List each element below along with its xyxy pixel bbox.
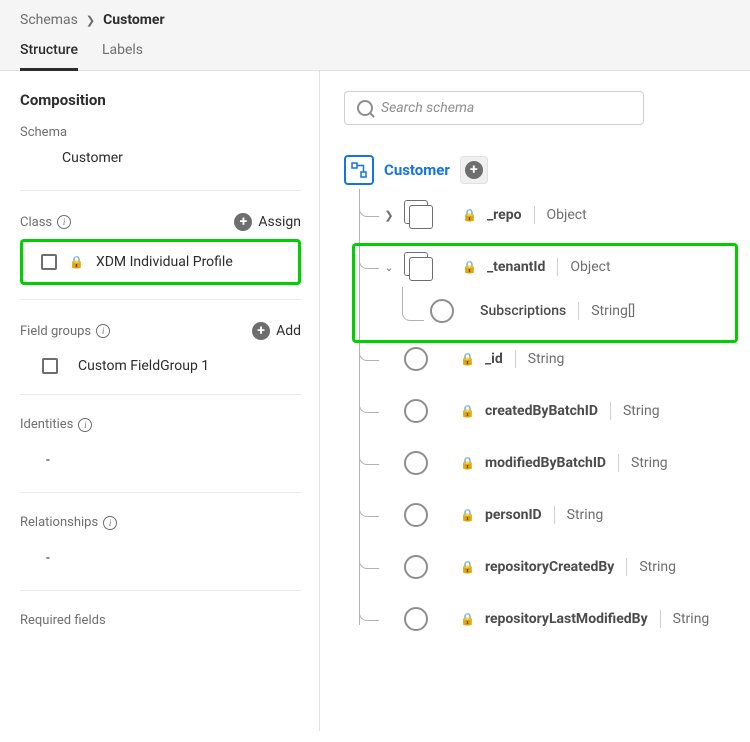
plus-circle-icon: +	[252, 322, 270, 340]
search-schema-input[interactable]: Search schema	[344, 91, 644, 125]
lock-icon: 🔒	[460, 456, 475, 470]
breadcrumb-current: Customer	[103, 12, 164, 28]
tree-node-id[interactable]: 🔒 _id String	[356, 333, 746, 385]
lock-icon: 🔒	[462, 208, 477, 222]
lock-icon: 🔒	[462, 260, 477, 274]
info-icon[interactable]: i	[103, 516, 117, 530]
lock-icon: 🔒	[69, 255, 84, 269]
class-item[interactable]: 🔒 XDM Individual Profile	[31, 244, 290, 280]
tree-node-tenantid-children: Subscriptions String[]	[390, 293, 746, 333]
tab-labels[interactable]: Labels	[102, 42, 143, 70]
scalar-field-icon	[404, 555, 428, 579]
lock-icon: 🔒	[460, 352, 475, 366]
breadcrumb: Schemas ❯ Customer	[20, 12, 730, 28]
identities-value: -	[20, 440, 301, 482]
tabs: Structure Labels	[20, 42, 730, 70]
object-icon	[404, 252, 434, 282]
fieldgroups-section-label: Field groups i	[20, 324, 110, 339]
tree-node-createdbybatchid[interactable]: 🔒 createdByBatchID String	[356, 385, 746, 437]
schema-name-item[interactable]: Customer	[20, 140, 301, 180]
tree-node-subscriptions[interactable]: Subscriptions String[]	[430, 293, 746, 333]
lock-icon: 🔒	[460, 508, 475, 522]
chevron-right-icon: ❯	[86, 14, 95, 27]
scalar-field-icon	[404, 607, 428, 631]
info-icon[interactable]: i	[78, 418, 92, 432]
tree-node-repositorylastmodifiedby[interactable]: 🔒 repositoryLastModifiedBy String	[356, 593, 746, 645]
class-item-highlight: 🔒 XDM Individual Profile	[20, 239, 301, 285]
tree-list: ❯ 🔒 _repo Object ⌄	[356, 189, 746, 645]
search-placeholder: Search schema	[381, 100, 474, 116]
identities-section-label: Identities i	[20, 417, 92, 432]
lock-icon: 🔒	[460, 560, 475, 574]
scalar-field-icon	[404, 503, 428, 527]
tree-node-modifiedbybatchid[interactable]: 🔒 modifiedByBatchID String	[356, 437, 746, 489]
plus-circle-icon: +	[234, 213, 252, 231]
breadcrumb-parent[interactable]: Schemas	[20, 12, 78, 28]
square-icon	[42, 358, 58, 374]
header: Schemas ❯ Customer Structure Labels	[0, 0, 750, 71]
required-section-label: Required fields	[20, 613, 106, 628]
relationships-section-label: Relationships i	[20, 515, 117, 530]
schema-section-label: Schema	[20, 125, 301, 140]
relationships-value: -	[20, 538, 301, 580]
composition-panel: Composition Schema Customer Class i + As…	[0, 71, 320, 731]
add-button[interactable]: + Add	[252, 322, 301, 340]
tree-node-repositorycreatedby[interactable]: 🔒 repositoryCreatedBy String	[356, 541, 746, 593]
lock-icon: 🔒	[460, 612, 475, 626]
class-section-label: Class i	[20, 215, 71, 230]
object-icon	[404, 200, 434, 230]
info-icon[interactable]: i	[96, 324, 110, 338]
schema-tree-panel: Search schema Customer + ❯	[320, 71, 750, 731]
scalar-field-icon	[430, 299, 454, 323]
tree-root[interactable]: Customer +	[344, 155, 746, 185]
plus-circle-icon: +	[465, 161, 483, 179]
info-icon[interactable]: i	[57, 215, 71, 229]
scalar-field-icon	[404, 451, 428, 475]
chevron-right-icon[interactable]: ❯	[384, 209, 394, 222]
scalar-field-icon	[404, 399, 428, 423]
add-field-button[interactable]: +	[460, 156, 488, 184]
search-icon	[357, 100, 373, 116]
tree-node-repo[interactable]: ❯ 🔒 _repo Object	[356, 189, 746, 241]
composition-title: Composition	[20, 91, 301, 109]
assign-button[interactable]: + Assign	[234, 213, 301, 231]
tab-structure[interactable]: Structure	[20, 42, 78, 71]
tree-node-personid[interactable]: 🔒 personID String	[356, 489, 746, 541]
tree-root-label: Customer	[384, 161, 450, 179]
square-icon	[41, 254, 57, 270]
scalar-field-icon	[404, 347, 428, 371]
lock-icon: 🔒	[460, 404, 475, 418]
fieldgroup-item[interactable]: Custom FieldGroup 1	[20, 348, 301, 384]
schema-root-icon	[344, 155, 374, 185]
chevron-down-icon[interactable]: ⌄	[384, 261, 394, 274]
tree-node-tenantid[interactable]: ⌄ 🔒 _tenantId Object	[356, 241, 746, 293]
